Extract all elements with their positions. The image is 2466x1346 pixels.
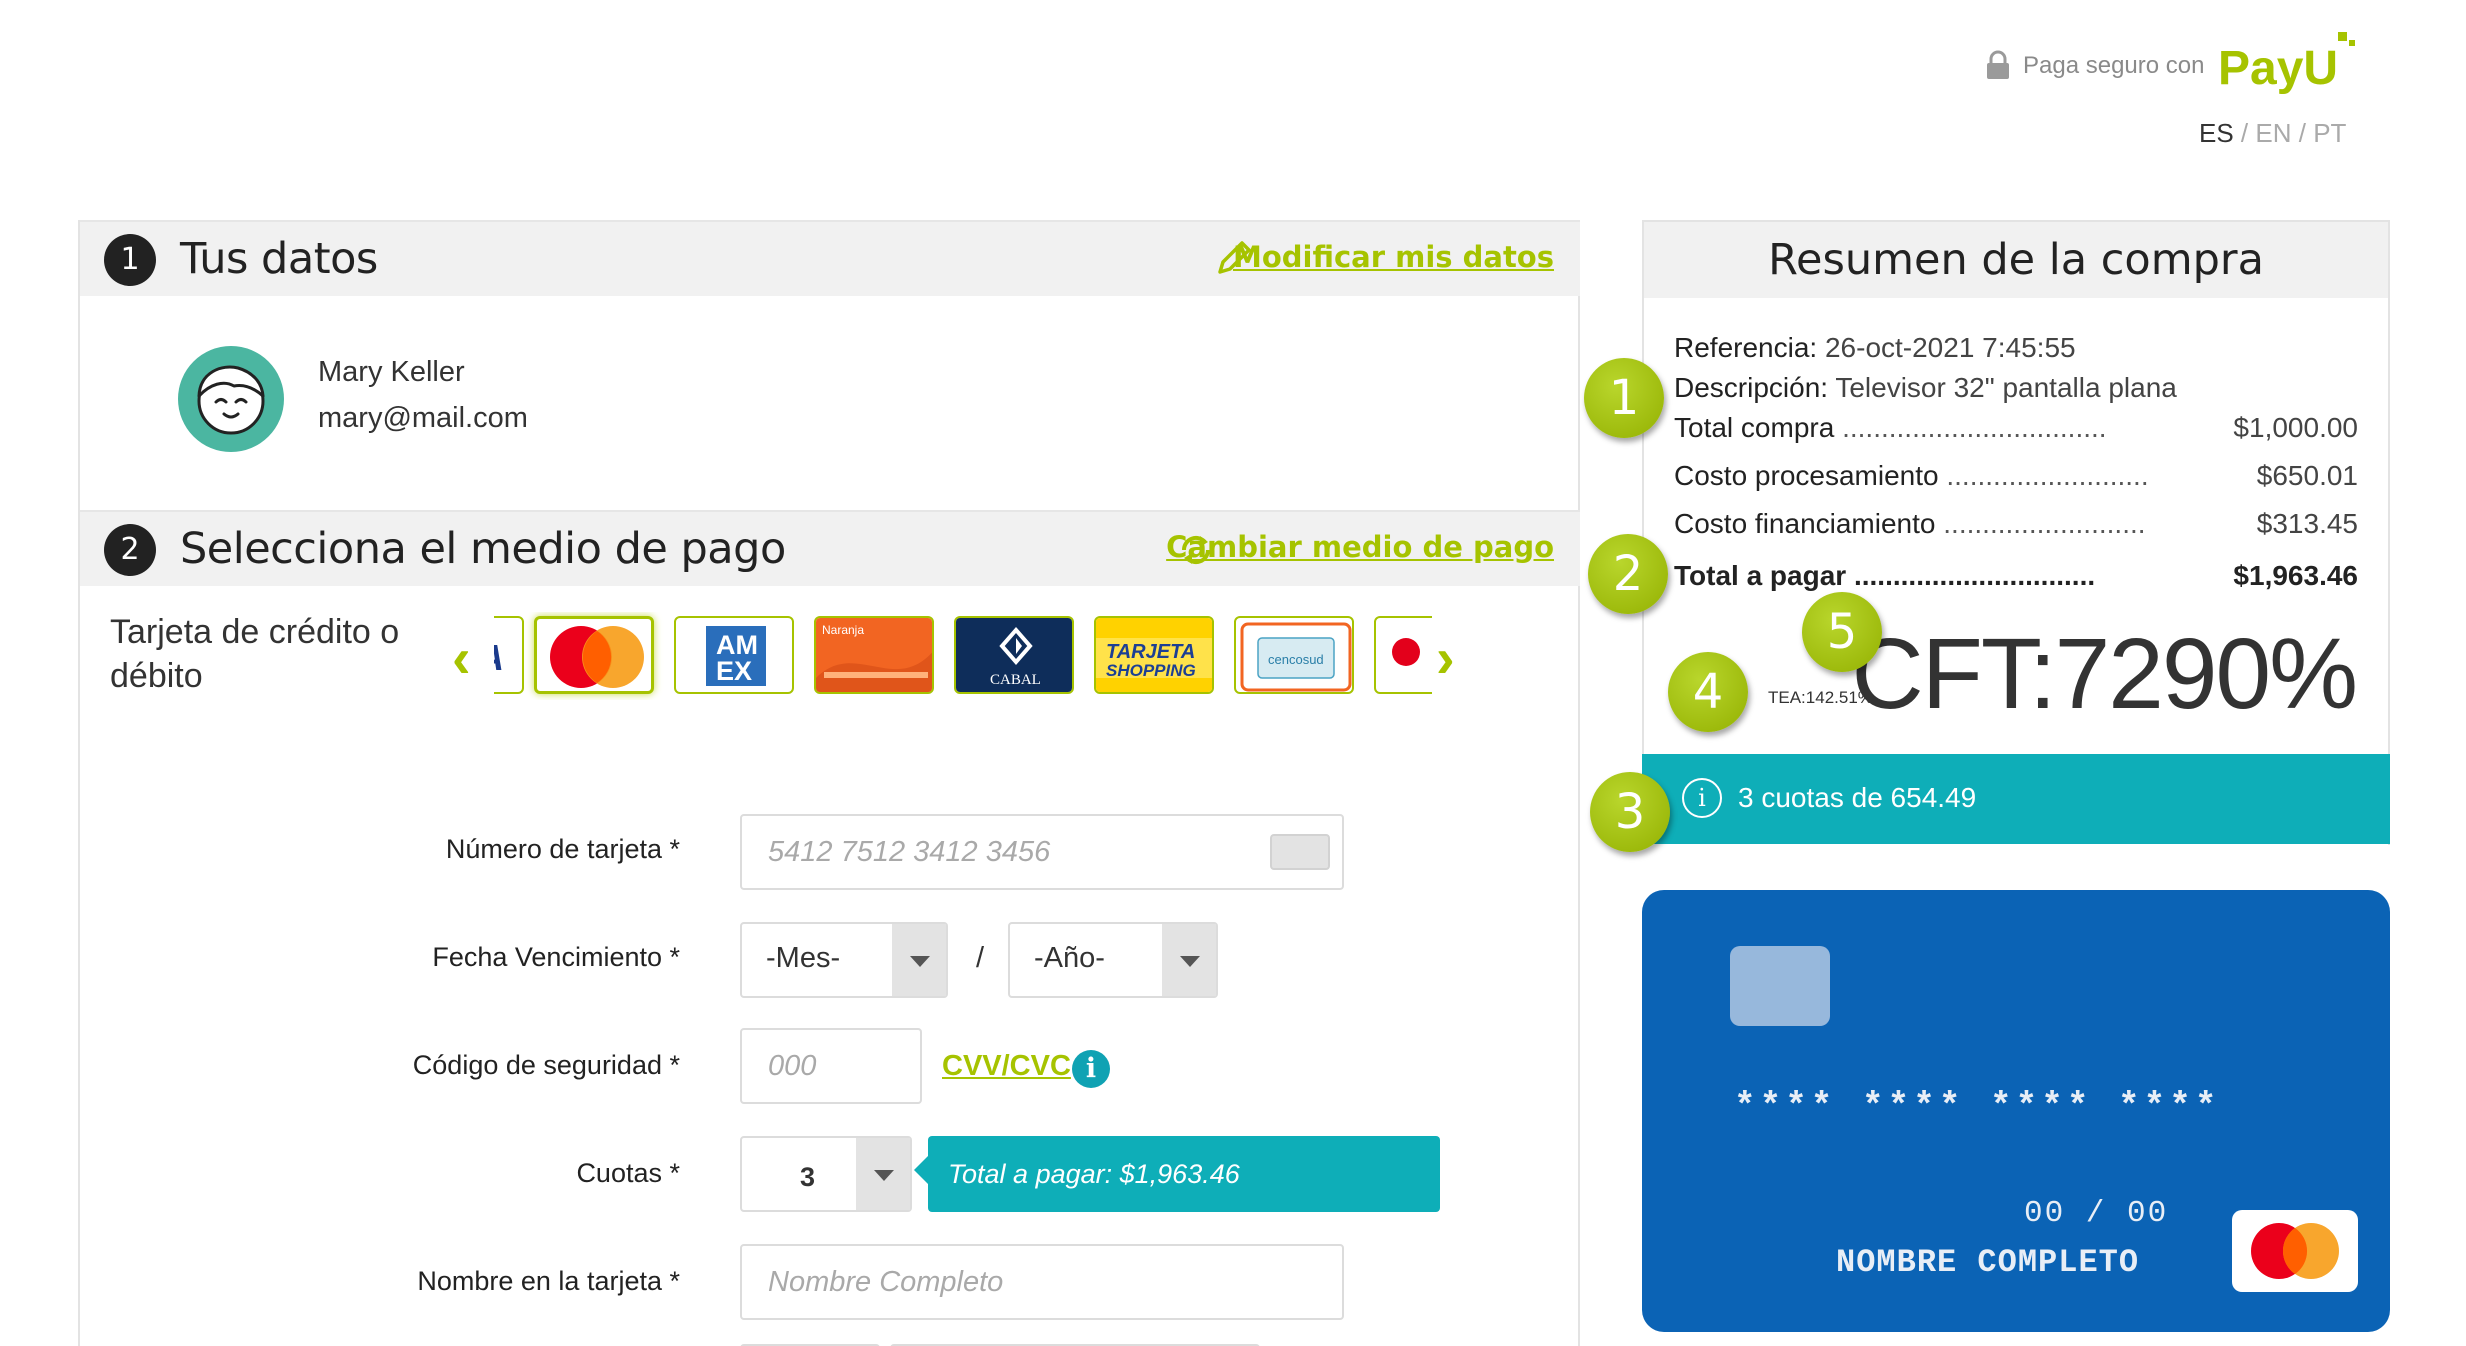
- card-preview-number: **** **** **** ****: [1734, 1086, 2221, 1127]
- card-naranja[interactable]: Naranja: [814, 616, 934, 694]
- chevron-down-icon: [892, 924, 946, 996]
- payment-method-label: Tarjeta de crédito o débito: [110, 613, 400, 695]
- card-preview: **** **** **** **** 00 / 00 NOMBRE COMPL…: [1642, 890, 2390, 1332]
- cvv-input[interactable]: 000: [740, 1028, 922, 1104]
- reference-label: Referencia:: [1674, 332, 1818, 363]
- change-payment-link[interactable]: Cambiar medio de pago: [1166, 530, 1554, 564]
- callout-badge-2: 2: [1588, 534, 1668, 614]
- card-number-label: Número de tarjeta *: [445, 834, 680, 864]
- month-select[interactable]: -Mes-: [740, 922, 948, 998]
- cardholder-name-placeholder: Nombre Completo: [768, 1266, 1004, 1298]
- payu-logo: PayU: [2218, 32, 2355, 95]
- card-cencosud[interactable]: cencosud: [1234, 616, 1354, 694]
- cvv-help-link[interactable]: CVV/CVC: [942, 1050, 1071, 1083]
- expiry-separator: /: [976, 942, 985, 974]
- callout-badge-3: 3: [1590, 772, 1670, 852]
- avatar: [178, 346, 284, 452]
- chevron-down-icon: [1162, 924, 1216, 996]
- svg-text:Naranja: Naranja: [822, 623, 864, 637]
- svg-text:CABAL: CABAL: [990, 672, 1041, 688]
- step-number: 1: [104, 234, 156, 286]
- checkout-form-panel: 1 Tus datos Modificar mis datos Mary Kel…: [78, 220, 1580, 1346]
- card-number-placeholder: 5412 7512 3412 3456: [768, 836, 1051, 868]
- svg-text:cencosud: cencosud: [1268, 652, 1324, 667]
- month-value: -Mes-: [766, 942, 841, 974]
- lang-pt[interactable]: PT: [2313, 118, 2346, 148]
- cuotas-total-tooltip: Total a pagar: $1,963.46: [914, 1136, 1440, 1212]
- lock-icon: [1987, 50, 2009, 79]
- card-shopping[interactable]: TARJETA SHOPPING: [1094, 616, 1214, 694]
- cuotas-value: 3: [800, 1162, 816, 1192]
- summary-total-label: Total a pagar ..........................…: [1674, 560, 2096, 591]
- card-chip: [1730, 946, 1830, 1026]
- card-amex[interactable]: AM EX: [674, 616, 794, 694]
- cuotas-select[interactable]: 3: [740, 1136, 912, 1212]
- summary-total-amount: $1,963.46: [2225, 560, 2358, 592]
- cft-rate: CFT:7290%: [1851, 618, 2358, 730]
- svg-text:EX: EX: [716, 656, 752, 686]
- card-number-input[interactable]: 5412 7512 3412 3456: [740, 814, 1344, 890]
- description-value: Televisor 32" pantalla plana: [1835, 372, 2177, 403]
- card-brand-carousel: VISA AMEX Naranja CABAL TARJETASHOPPING …: [494, 612, 1432, 700]
- year-select[interactable]: -Año-: [1008, 922, 1218, 998]
- callout-badge-4: 4: [1668, 652, 1748, 732]
- summary-row-amount: $650.01: [2248, 460, 2358, 492]
- payu-logo-text: PayU: [2218, 42, 2338, 95]
- svg-text:VISA: VISA: [494, 637, 504, 678]
- step-number: 2: [104, 524, 156, 576]
- secure-text: Paga seguro con: [2023, 52, 2205, 79]
- section-payment-method-header: 2 Selecciona el medio de pago Cambiar me…: [80, 510, 1580, 586]
- lang-es[interactable]: ES: [2199, 118, 2234, 148]
- card-icon: [1270, 834, 1330, 870]
- svg-text:TARJETA: TARJETA: [1106, 641, 1195, 663]
- cardholder-name-label: Nombre en la tarjeta *: [417, 1266, 680, 1296]
- card-preview-expiry: 00 / 00: [2024, 1196, 2169, 1231]
- year-value: -Año-: [1034, 942, 1105, 974]
- summary-row-label: Costo financiamiento ...................…: [1674, 508, 2146, 539]
- mastercard-logo: [2232, 1210, 2358, 1292]
- cvv-label: Código de seguridad *: [412, 1050, 680, 1080]
- description-label: Descripción:: [1674, 372, 1829, 403]
- cuotas-summary-text: 3 cuotas de 654.49: [1738, 782, 1977, 813]
- svg-text:SHOPPING: SHOPPING: [1106, 661, 1196, 680]
- cuotas-label: Cuotas *: [576, 1158, 680, 1188]
- edit-data-link[interactable]: Modificar mis datos: [1233, 240, 1554, 274]
- callout-badge-5: 5: [1802, 592, 1882, 672]
- lang-en[interactable]: EN: [2255, 118, 2291, 148]
- summary-title: Resumen de la compra: [1644, 222, 2388, 298]
- user-email: mary@mail.com: [318, 402, 528, 434]
- callout-badge-1: 1: [1584, 358, 1664, 438]
- summary-row-label: Total compra ...........................…: [1674, 412, 2107, 443]
- info-icon: i: [1682, 778, 1722, 818]
- cvv-placeholder: 000: [768, 1050, 817, 1082]
- chevron-right-icon[interactable]: ›: [1436, 630, 1455, 686]
- cuotas-total-text: Total a pagar: $1,963.46: [948, 1159, 1240, 1189]
- chevron-down-icon: [856, 1138, 910, 1210]
- card-preview-holder: NOMBRE COMPLETO: [1836, 1244, 2140, 1281]
- card-mastercard[interactable]: [534, 616, 654, 694]
- summary-description: Descripción: Televisor 32" pantalla plan…: [1674, 372, 2177, 404]
- expiry-label: Fecha Vencimiento *: [432, 942, 680, 972]
- chevron-left-icon[interactable]: ‹: [452, 630, 471, 686]
- language-switcher: ES / EN / PT: [2199, 118, 2347, 148]
- card-visa[interactable]: VISA: [494, 616, 524, 694]
- summary-row-amount: $313.45: [2248, 508, 2358, 540]
- summary-reference: Referencia: 26-oct-2021 7:45:55: [1674, 332, 2076, 364]
- cardholder-name-input[interactable]: Nombre Completo: [740, 1244, 1344, 1320]
- section-title: Tus datos: [180, 234, 378, 284]
- info-icon[interactable]: i: [1072, 1050, 1110, 1088]
- cuotas-summary-bar: i 3 cuotas de 654.49: [1642, 754, 2390, 844]
- reference-value: 26-oct-2021 7:45:55: [1824, 332, 2076, 363]
- card-cabal[interactable]: CABAL: [954, 616, 1074, 694]
- card-other[interactable]: [1374, 616, 1432, 694]
- section-your-data-header: 1 Tus datos Modificar mis datos: [80, 220, 1580, 296]
- summary-row-amount: $1,000.00: [2225, 412, 2358, 444]
- purchase-summary: Resumen de la compra Referencia: 26-oct-…: [1642, 220, 2390, 845]
- user-name: Mary Keller: [318, 356, 465, 388]
- summary-row-label: Costo procesamiento ....................…: [1674, 460, 2149, 491]
- section-title: Selecciona el medio de pago: [180, 524, 786, 574]
